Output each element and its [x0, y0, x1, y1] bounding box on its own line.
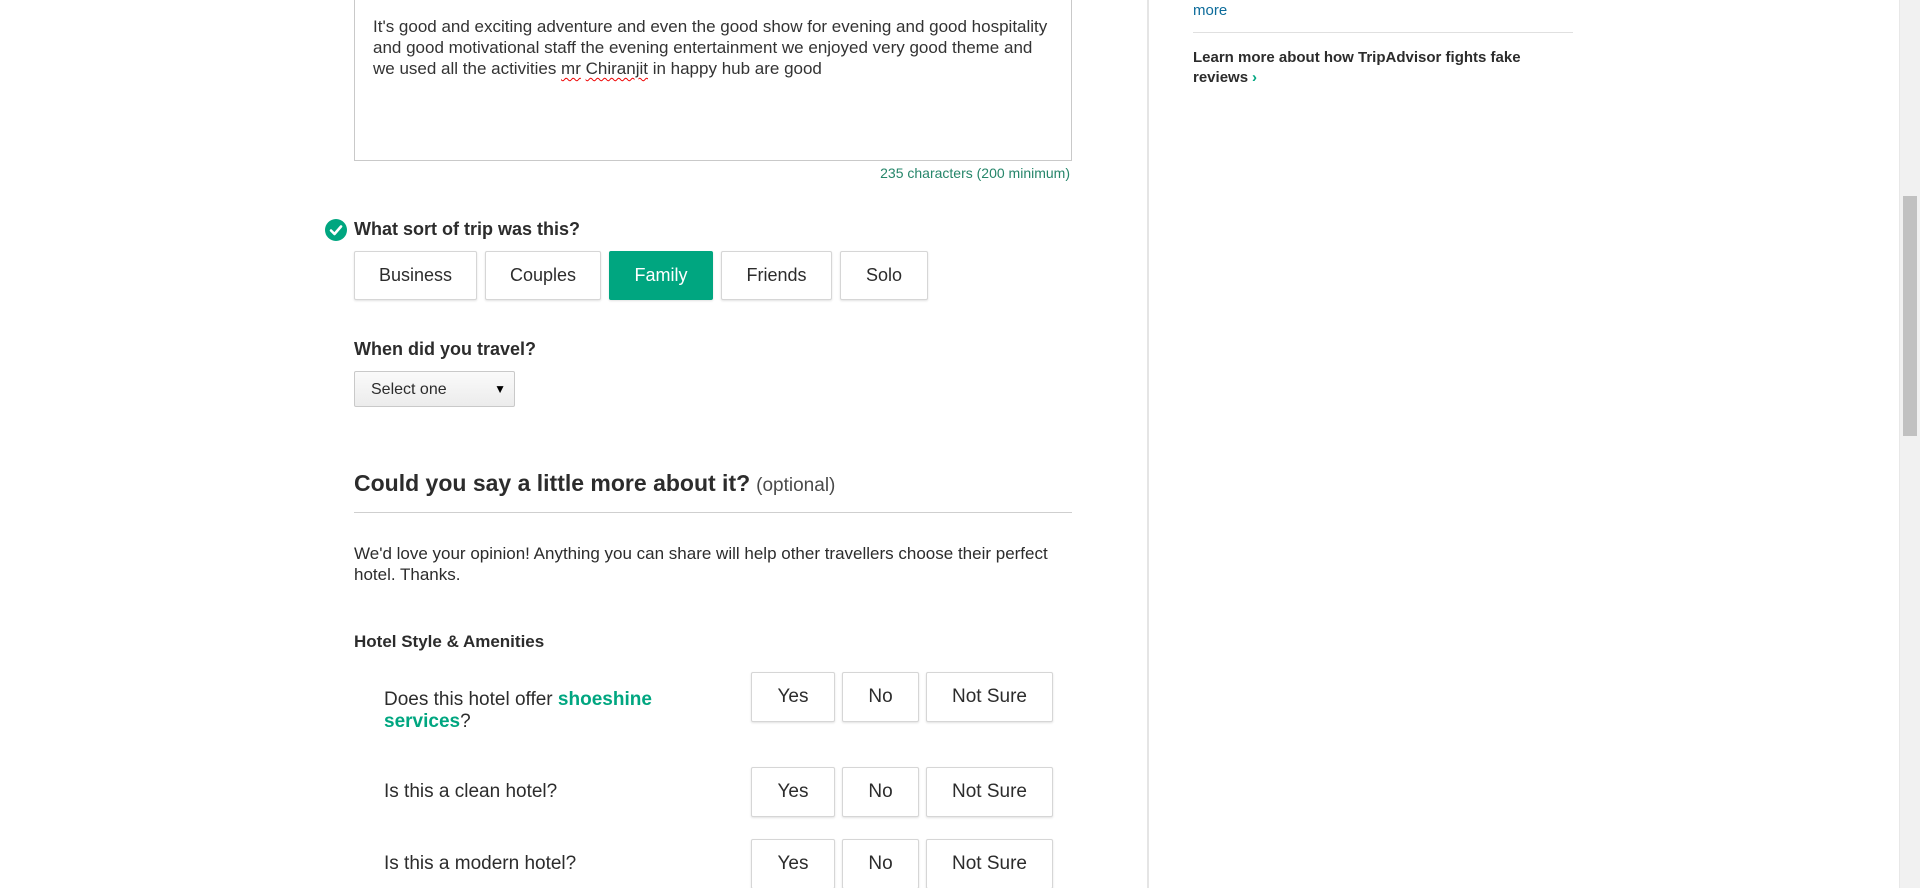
question-text: Is this a clean hotel?	[384, 781, 558, 802]
trip-type-question: What sort of trip was this?	[354, 219, 581, 239]
trip-solo-button[interactable]: Solo	[840, 251, 928, 300]
sidebar-divider	[1193, 32, 1573, 33]
subheading-hotel-style: Hotel Style & Amenities	[354, 632, 545, 651]
answer-options: Yes No Not Sure	[751, 839, 1053, 888]
dropdown-arrow-icon: ▼	[494, 382, 506, 396]
yes-button[interactable]: Yes	[751, 672, 835, 722]
travel-date-question: When did you travel?	[354, 339, 537, 359]
more-link[interactable]: more	[1193, 2, 1227, 19]
chevron-right-icon: ›	[1252, 69, 1258, 86]
no-button[interactable]: No	[842, 767, 919, 817]
section-divider	[354, 512, 1072, 513]
not-sure-button[interactable]: Not Sure	[926, 672, 1053, 722]
trip-friends-button[interactable]: Friends	[721, 251, 832, 300]
trip-business-button[interactable]: Business	[354, 251, 477, 300]
learn-more-fake-reviews-link[interactable]: Learn more about how TripAdvisor fights …	[1193, 48, 1553, 88]
answer-options: Yes No Not Sure	[751, 672, 1053, 722]
trip-type-options: Business Couples Family Friends Solo	[354, 251, 928, 300]
vertical-scrollbar[interactable]	[1899, 0, 1920, 888]
not-sure-button[interactable]: Not Sure	[926, 767, 1053, 817]
section-intro: We'd love your opinion! Anything you can…	[354, 544, 1048, 584]
answer-options: Yes No Not Sure	[751, 767, 1053, 817]
section-title: Could you say a little more about it? (op…	[354, 470, 836, 496]
misspelled-word: mr	[561, 59, 581, 78]
review-textarea[interactable]: It's good and exciting adventure and eve…	[354, 0, 1072, 161]
no-button[interactable]: No	[842, 839, 919, 888]
character-count: 235 characters (200 minimum)	[880, 165, 1070, 181]
yes-button[interactable]: Yes	[751, 767, 835, 817]
question-text: Does this hotel offer shoeshine services…	[384, 689, 652, 732]
trip-couples-button[interactable]: Couples	[485, 251, 601, 300]
travel-date-select[interactable]: Select one ▼	[354, 371, 515, 407]
optional-label: (optional)	[756, 475, 836, 496]
scrollbar-thumb[interactable]	[1903, 196, 1917, 436]
question-text: Is this a modern hotel?	[384, 853, 577, 874]
no-button[interactable]: No	[842, 672, 919, 722]
select-value: Select one	[371, 381, 447, 398]
checkmark-icon	[325, 219, 347, 241]
review-form: It's good and exciting adventure and eve…	[0, 0, 1147, 888]
misspelled-word: Chiranjit	[585, 59, 648, 78]
review-text-end: in happy hub are good	[647, 59, 822, 78]
not-sure-button[interactable]: Not Sure	[926, 839, 1053, 888]
sidebar: more Learn more about how TripAdvisor fi…	[1149, 0, 1899, 888]
trip-family-button[interactable]: Family	[609, 251, 713, 300]
yes-button[interactable]: Yes	[751, 839, 835, 888]
